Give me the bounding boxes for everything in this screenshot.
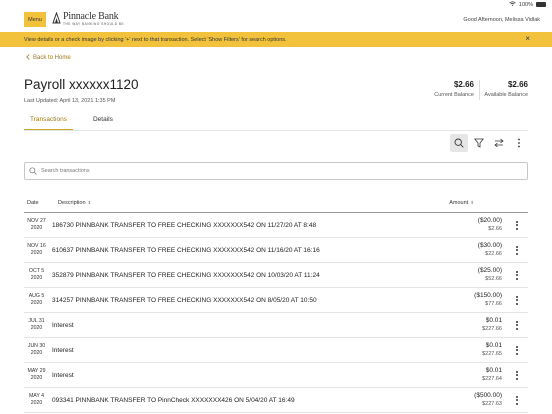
account-title: Payroll xxxxxx1120 bbox=[24, 77, 139, 92]
banner-text: View details or a check image by clickin… bbox=[24, 36, 287, 43]
transaction-description: Interest bbox=[52, 322, 74, 329]
sort-icon bbox=[494, 138, 504, 148]
transaction-description: Interest bbox=[52, 347, 74, 354]
search-box bbox=[24, 162, 528, 180]
transaction-description: 093341 PINNBANK TRANSFER TO PinnCheck XX… bbox=[52, 397, 295, 404]
transaction-description: Interest bbox=[52, 372, 74, 379]
table-row[interactable]: AUG 5 2020 314257 PINNBANK TRANSFER TO FR… bbox=[24, 288, 528, 313]
available-balance: $2.66 Available Balance bbox=[484, 80, 528, 98]
row-more-icon[interactable] bbox=[512, 269, 522, 281]
sort-icon: ⬍ bbox=[87, 200, 92, 205]
brand-name: Pinnacle Bank bbox=[63, 11, 119, 22]
transactions-list: NOV 27 2020 186730 PINNBANK TRANSFER TO F… bbox=[24, 213, 528, 413]
sort-button[interactable] bbox=[490, 134, 508, 152]
menu-button[interactable]: Menu bbox=[24, 12, 46, 27]
transaction-description: 610637 PINNBANK TRANSFER TO FREE CHECKIN… bbox=[52, 247, 320, 254]
transaction-amount: ($500.00) $227.63 bbox=[474, 392, 502, 407]
table-row[interactable]: JUN 30 2020 Interest $0.01 $227.65 bbox=[24, 338, 528, 363]
account-tabs: Transactions Details bbox=[24, 113, 119, 131]
info-banner: View details or a check image by clickin… bbox=[0, 32, 552, 47]
brand-tagline: THE WAY BANKING SHOULD BE bbox=[63, 22, 125, 26]
transaction-date: NOV 27 2020 bbox=[27, 218, 46, 231]
column-header-date[interactable]: Date bbox=[27, 200, 39, 206]
transaction-amount: ($30.00) $22.66 bbox=[477, 242, 502, 257]
column-header-description[interactable]: Description ⬍ bbox=[58, 200, 91, 206]
current-balance-label: Current Balance bbox=[434, 92, 474, 98]
pinnacle-logo-icon bbox=[52, 12, 61, 24]
tab-transactions[interactable]: Transactions bbox=[24, 113, 73, 131]
battery-icon bbox=[536, 2, 546, 7]
transaction-date: OCT 5 2020 bbox=[28, 268, 45, 281]
search-input[interactable] bbox=[41, 168, 521, 174]
search-icon bbox=[454, 138, 464, 148]
search-toggle-button[interactable] bbox=[450, 134, 468, 152]
sort-icon: ⬍ bbox=[470, 200, 474, 205]
back-label: Back to Home bbox=[33, 55, 71, 61]
wifi-icon bbox=[509, 1, 516, 8]
chevron-left-icon bbox=[26, 54, 30, 62]
available-balance-label: Available Balance bbox=[484, 92, 528, 98]
search-icon bbox=[29, 167, 37, 175]
battery-percent: 100% bbox=[518, 1, 533, 8]
column-header-amount[interactable]: Amount ⬍ bbox=[449, 200, 474, 206]
transaction-description: 186730 PINNBANK TRANSFER TO FREE CHECKIN… bbox=[52, 222, 317, 229]
tabs-divider bbox=[24, 130, 528, 131]
transaction-date: NOV 16 2020 bbox=[27, 243, 46, 256]
current-balance-amount: $2.66 bbox=[453, 80, 474, 89]
transaction-description: 352879 PINNBANK TRANSFER TO FREE CHECKIN… bbox=[52, 272, 320, 279]
transactions-toolbar bbox=[450, 134, 528, 152]
balance-divider bbox=[479, 80, 480, 100]
transaction-amount: ($150.00) $77.66 bbox=[474, 292, 502, 307]
table-row[interactable]: JUL 31 2020 Interest $0.01 $227.66 bbox=[24, 313, 528, 338]
row-more-icon[interactable] bbox=[512, 319, 522, 331]
user-greeting[interactable]: Good Afternoon, Melissa Vidlak bbox=[463, 17, 540, 23]
table-header: Date Description ⬍ Amount ⬍ bbox=[24, 198, 528, 210]
table-row[interactable]: MAY 29 2020 Interest $0.01 $227.64 bbox=[24, 363, 528, 388]
bank-logo[interactable]: Pinnacle Bank THE WAY BANKING SHOULD BE bbox=[52, 11, 124, 31]
available-balance-amount: $2.66 bbox=[507, 80, 528, 89]
table-row[interactable]: OCT 5 2020 352879 PINNBANK TRANSFER TO FR… bbox=[24, 263, 528, 288]
transaction-date: AUG 5 2020 bbox=[28, 293, 45, 306]
row-more-icon[interactable] bbox=[512, 344, 522, 356]
current-balance: $2.66 Current Balance bbox=[434, 80, 474, 98]
row-more-icon[interactable] bbox=[512, 244, 522, 256]
table-row[interactable]: NOV 16 2020 610637 PINNBANK TRANSFER TO F… bbox=[24, 238, 528, 263]
filter-button[interactable] bbox=[470, 134, 488, 152]
transaction-date: JUN 30 2020 bbox=[27, 343, 46, 356]
transaction-description: 314257 PINNBANK TRANSFER TO FREE CHECKIN… bbox=[52, 297, 317, 304]
back-to-home-link[interactable]: Back to Home bbox=[26, 54, 71, 62]
row-more-icon[interactable] bbox=[512, 219, 522, 231]
row-more-icon[interactable] bbox=[512, 369, 522, 381]
tab-details[interactable]: Details bbox=[87, 113, 119, 131]
transaction-amount: $0.01 $227.64 bbox=[482, 367, 502, 382]
transaction-amount: $0.01 $227.65 bbox=[482, 342, 502, 357]
more-options-button[interactable] bbox=[510, 134, 528, 152]
status-bar: 100% bbox=[0, 0, 552, 9]
close-icon[interactable]: × bbox=[525, 34, 530, 43]
transaction-amount: ($20.00) $2.66 bbox=[477, 217, 502, 232]
transaction-date: MAY 4 2020 bbox=[28, 393, 45, 406]
table-row[interactable]: MAY 4 2020 093341 PINNBANK TRANSFER TO Pi… bbox=[24, 388, 528, 413]
transaction-amount: $0.01 $227.66 bbox=[482, 317, 502, 332]
last-updated: Last Updated: April 13, 2021 1:35 PM bbox=[24, 98, 116, 104]
transaction-date: MAY 29 2020 bbox=[27, 368, 46, 381]
transaction-amount: ($25.00) $52.66 bbox=[477, 267, 502, 282]
row-more-icon[interactable] bbox=[512, 394, 522, 406]
more-vertical-icon bbox=[518, 138, 520, 148]
app-header: Menu Pinnacle Bank THE WAY BANKING SHOUL… bbox=[0, 9, 552, 32]
row-more-icon[interactable] bbox=[512, 294, 522, 306]
table-row[interactable]: NOV 27 2020 186730 PINNBANK TRANSFER TO F… bbox=[24, 213, 528, 238]
filter-icon bbox=[474, 138, 484, 148]
transaction-date: JUL 31 2020 bbox=[28, 318, 45, 331]
